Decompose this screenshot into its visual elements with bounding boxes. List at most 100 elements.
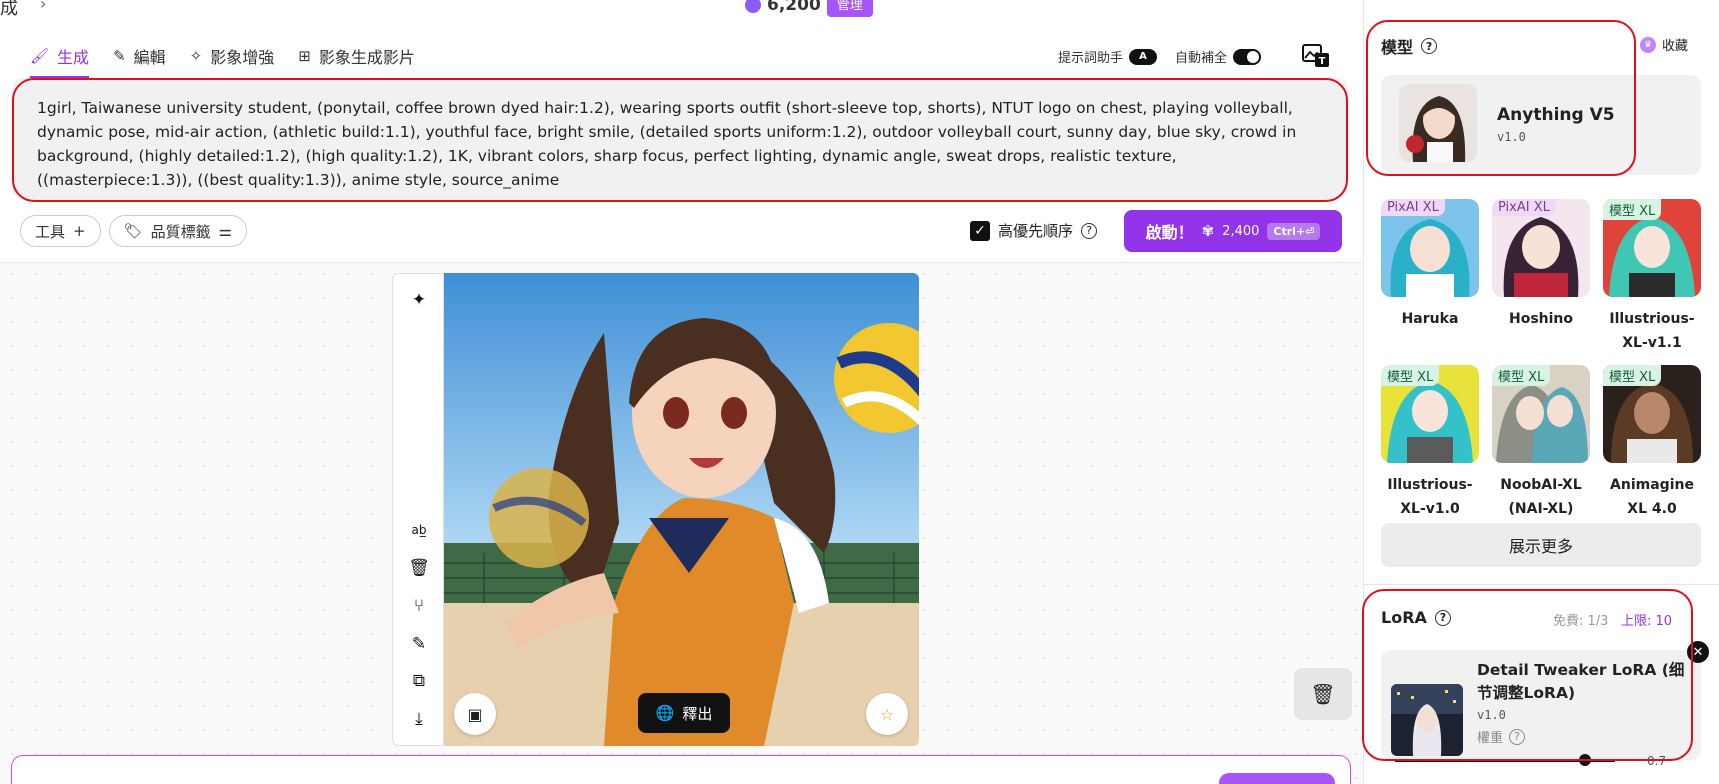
brush-icon: 🖌: [30, 47, 50, 65]
lora-weight: 權重 ?: [1477, 727, 1526, 746]
selected-model-name: Anything V5: [1497, 105, 1615, 125]
svg-text:T: T: [1319, 56, 1326, 67]
prompt-assistant-badge: A: [1129, 48, 1158, 65]
tag-icon: 🏷: [123, 222, 143, 240]
divider: [1363, 584, 1719, 585]
video-add-icon: ⊞: [298, 47, 311, 65]
breadcrumb[interactable]: 成: [0, 0, 18, 20]
magic-wand-icon: ✧: [189, 47, 203, 65]
model-thumbnail: PixAI XL: [1381, 199, 1479, 297]
prompt-assistant-label: 提示詞助手: [1058, 51, 1124, 66]
tab-generate[interactable]: 🖌 生成: [30, 44, 90, 78]
priority-checkbox[interactable]: ✓: [970, 220, 990, 241]
spellcheck-icon[interactable]: ab̲: [407, 518, 431, 542]
tools-button[interactable]: 工具 +: [20, 215, 101, 247]
model-thumbnail: 模型 XL: [1381, 365, 1479, 463]
lora-title-label: LoRA: [1381, 608, 1427, 627]
model-option-hoshino[interactable]: PixAI XL Hoshino: [1492, 199, 1590, 331]
show-more-button[interactable]: 展示更多: [1381, 523, 1701, 567]
edit-icon[interactable]: ✎: [407, 632, 431, 656]
help-icon[interactable]: ?: [1081, 222, 1098, 239]
lora-free-count: 免費: 1/3: [1553, 614, 1609, 629]
lora-section-title: LoRA ?: [1381, 608, 1451, 627]
publish-label: 釋出: [682, 704, 713, 723]
autocomplete-label: 自動補全: [1175, 51, 1228, 66]
help-icon[interactable]: ?: [1509, 728, 1526, 745]
selected-model-thumbnail: [1399, 84, 1477, 162]
autocomplete-switch[interactable]: [1233, 48, 1262, 65]
tab-edit[interactable]: ✎ 編輯: [113, 44, 166, 78]
breadcrumb-arrow-icon: ›: [40, 0, 47, 13]
model-option-haruka[interactable]: PixAI XL Haruka: [1381, 199, 1479, 331]
model-label: Animagine XL 4.0: [1610, 477, 1694, 517]
model-option-illustrious-xl-v1-1[interactable]: 模型 XL Illustrious-XL-v1.1: [1603, 199, 1701, 355]
lora-limit: 上限: 10: [1621, 614, 1673, 629]
model-badge: 模型 XL: [1603, 199, 1662, 220]
start-generation-button[interactable]: 啟動！ ✾ 2,400 Ctrl+⏎: [1124, 210, 1342, 252]
help-icon[interactable]: ?: [1421, 38, 1438, 54]
start-cost: 2,400: [1222, 223, 1260, 239]
credits-display: 6,200 管理: [745, 0, 873, 17]
bottom-input-bar[interactable]: [11, 755, 1351, 784]
favorites-label: 收藏: [1662, 39, 1689, 54]
image-to-prompt-icon[interactable]: T: [1302, 44, 1330, 68]
manage-button[interactable]: 管理: [826, 0, 873, 17]
model-option-illustrious-xl-v1-0[interactable]: 模型 XL Illustrious-XL-v1.0: [1381, 365, 1479, 521]
autocomplete-toggle[interactable]: 自動補全: [1175, 47, 1262, 66]
publish-button[interactable]: 🌐 釋出: [638, 693, 730, 733]
plus-icon: +: [73, 222, 86, 240]
model-label: Haruka: [1401, 311, 1459, 327]
model-thumbnail: 模型 XL: [1492, 365, 1590, 463]
lora-weight-value: 0.7: [1647, 754, 1667, 768]
model-option-animagine-xl-4[interactable]: 模型 XL Animagine XL 4.0: [1603, 365, 1701, 521]
lora-name: Detail Tweaker LoRA (细节调整LoRA): [1477, 661, 1685, 702]
high-priority-option: ✓ 高優先順序 ?: [970, 220, 1098, 241]
selected-model-version: v1.0: [1497, 130, 1526, 144]
crop-icon[interactable]: ▣: [454, 693, 496, 735]
model-title-label: 模型: [1381, 38, 1414, 57]
tools-label: 工具: [35, 222, 66, 241]
branch-icon[interactable]: ⑂: [407, 594, 431, 618]
credit-amount: 6,200: [767, 0, 821, 15]
model-option-noobai-xl[interactable]: 模型 XL NoobAI-XL (NAI-XL): [1492, 365, 1590, 521]
prompt-assistant-toggle[interactable]: 提示詞助手 A: [1058, 47, 1158, 66]
model-badge: 模型 XL: [1492, 365, 1551, 386]
slider-handle[interactable]: [1579, 754, 1591, 766]
prompt-input[interactable]: 1girl, Taiwanese university student, (po…: [13, 78, 1347, 200]
model-badge: 模型 XL: [1381, 365, 1440, 386]
model-thumbnail: PixAI XL: [1492, 199, 1590, 297]
trash-icon[interactable]: 🗑: [407, 556, 431, 580]
model-label: Illustrious-XL-v1.1: [1609, 311, 1695, 351]
generated-image[interactable]: [444, 273, 919, 746]
star-icon[interactable]: ☆: [866, 693, 908, 735]
help-icon[interactable]: ?: [1434, 609, 1451, 626]
model-thumbnail: 模型 XL: [1603, 365, 1701, 463]
start-label: 啟動！: [1145, 223, 1194, 242]
tab-label: 編輯: [133, 48, 166, 67]
tab-label: 影象生成影片: [318, 48, 415, 67]
model-badge: 模型 XL: [1603, 365, 1662, 386]
download-icon[interactable]: ⤓: [407, 707, 431, 731]
tab-label: 生成: [57, 48, 90, 67]
model-badge: PixAI XL: [1492, 199, 1556, 216]
tool-row: 工具 + 🏷 品質標籤 ⚌: [20, 215, 248, 247]
favorites-button[interactable]: ♛ 收藏: [1640, 35, 1688, 54]
add-image-icon[interactable]: ⧉: [407, 669, 431, 693]
close-icon[interactable]: ✕: [1687, 641, 1709, 663]
delete-button[interactable]: 🗑: [1294, 668, 1352, 720]
tab-label: 影象增強: [210, 48, 275, 67]
credit-icon: ✾: [1201, 222, 1215, 240]
lora-thumbnail: [1391, 684, 1463, 756]
lora-weight-label: 權重: [1477, 731, 1504, 746]
tab-enhance[interactable]: ✧ 影象增強: [190, 44, 275, 78]
model-label: NoobAI-XL (NAI-XL): [1500, 477, 1582, 517]
mode-tabs: 🖌 生成 ✎ 編輯 ✧ 影象增強 ⊞ 影象生成影片: [30, 44, 415, 78]
tab-image-to-video[interactable]: ⊞ 影象生成影片: [298, 44, 415, 78]
model-thumbnail: 模型 XL: [1603, 199, 1701, 297]
crown-icon: ♛: [1640, 36, 1656, 53]
shortcut-badge: Ctrl+⏎: [1267, 222, 1321, 240]
bottom-action-button[interactable]: [1219, 773, 1335, 784]
model-label: Illustrious-XL-v1.0: [1387, 477, 1473, 517]
quality-tags-button[interactable]: 🏷 品質標籤 ⚌: [108, 215, 248, 247]
sparkle-icon[interactable]: ✦: [407, 288, 431, 312]
